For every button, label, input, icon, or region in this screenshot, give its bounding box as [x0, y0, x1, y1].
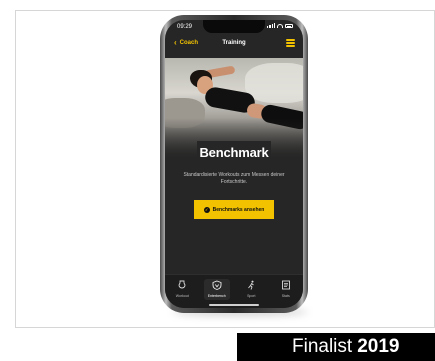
nav-bar: ‹ Coach Training — [165, 35, 303, 51]
tab-enterbench[interactable]: Enterbench — [203, 279, 230, 300]
back-button[interactable]: ‹ Coach — [174, 39, 198, 47]
tab-label: Workout — [175, 294, 189, 298]
benchmarks-button-label: Benchmarks ansehen — [212, 206, 265, 213]
signal-icon — [267, 23, 275, 28]
tab-workout[interactable]: Workout — [169, 279, 195, 298]
app-screen: 09:29 ‹ Coach Training Benchmark Standar… — [165, 20, 303, 308]
home-indicator — [209, 304, 259, 306]
hamburger-menu-icon[interactable] — [286, 39, 295, 47]
kettlebell-icon — [176, 279, 188, 291]
hero-heading: Benchmark — [199, 144, 269, 160]
battery-icon — [285, 23, 293, 28]
hero-heading-box: Benchmark — [197, 141, 271, 163]
shield-icon — [211, 279, 223, 291]
finalist-banner: Finalist 2019 — [237, 333, 435, 361]
status-time: 09:29 — [177, 24, 193, 30]
chevron-left-icon: ‹ — [174, 38, 177, 47]
back-label: Coach — [179, 40, 199, 46]
phone-mockup: 09:29 ‹ Coach Training Benchmark Standar… — [160, 15, 308, 313]
hero-description: Standardisierte Workouts zum Messen dein… — [183, 172, 285, 185]
tab-stats[interactable]: Stats — [273, 279, 299, 298]
notebook-icon — [280, 279, 292, 291]
banner-year: 2019 — [357, 336, 400, 357]
tab-label: Enterbench — [207, 294, 226, 298]
banner-prefix: Finalist — [292, 336, 353, 357]
benchmarks-button[interactable]: ✓ Benchmarks ansehen — [194, 200, 274, 219]
tab-bar: Workout Enterbench Sport Stats — [165, 274, 303, 308]
tab-label: Stats — [281, 294, 290, 298]
runner-icon — [245, 279, 257, 291]
tab-sport[interactable]: Sport — [238, 279, 264, 298]
wifi-icon — [277, 23, 283, 28]
phone-notch — [203, 20, 265, 33]
status-icons — [267, 23, 293, 28]
tab-label: Sport — [247, 294, 256, 298]
check-circle-icon: ✓ — [203, 206, 210, 213]
